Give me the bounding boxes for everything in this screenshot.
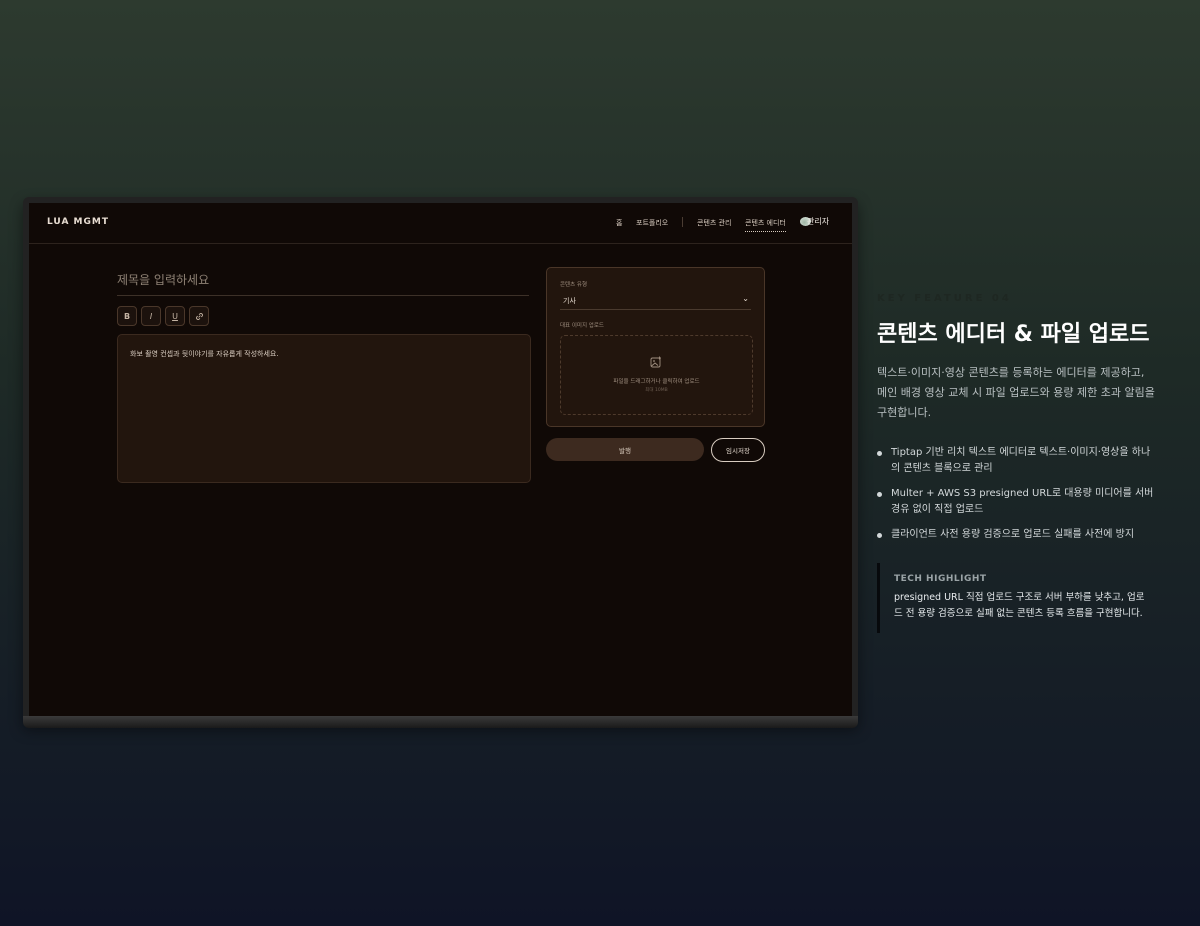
nav-home[interactable]: 홈	[616, 218, 622, 228]
chevron-down-icon: ⌄	[742, 294, 749, 303]
bullet-text: Tiptap 기반 리치 텍스트 에디터로 텍스트·이미지·영상을 하나의 콘텐…	[891, 447, 1151, 474]
feature-bullet: Tiptap 기반 리치 텍스트 에디터로 텍스트·이미지·영상을 하나의 콘텐…	[877, 445, 1157, 477]
bullet-text: Multer + AWS S3 presigned URL로 대용량 미디어를 …	[891, 488, 1154, 515]
title-input[interactable]: 제목을 입력하세요	[117, 271, 529, 296]
highlight-text: presigned URL 직접 업로드 구조로 서버 부하를 낮추고, 업로드…	[894, 592, 1145, 619]
publish-settings-panel: 콘텐츠 유형 기사 ⌄ 대표 이미지 업로드 파일을 드래그하거나 클릭하여 업…	[546, 267, 765, 427]
dropzone-text: 파일을 드래그하거나 클릭하여 업로드	[613, 379, 700, 385]
content-editor[interactable]: 화보 촬영 컨셉과 뒷이야기를 자유롭게 작성하세요.	[117, 334, 531, 483]
bold-button[interactable]: B	[117, 306, 137, 326]
content-type-select[interactable]: 기사 ⌄	[560, 293, 751, 310]
dropzone-size-limit: 최대 10MB	[645, 388, 668, 393]
publish-button[interactable]: 발행	[546, 438, 704, 461]
feature-title: 콘텐츠 에디터 & 파일 업로드	[877, 322, 1150, 347]
user-label[interactable]: 관리자	[807, 216, 829, 227]
editor-placeholder: 화보 촬영 컨셉과 뒷이야기를 자유롭게 작성하세요.	[130, 350, 279, 358]
upload-label: 대표 이미지 업로드	[560, 323, 604, 329]
save-draft-button[interactable]: 임시저장	[711, 438, 765, 462]
highlight-title: TECH HIGHLIGHT	[894, 574, 987, 584]
nav-portfolio[interactable]: 포트폴리오	[636, 218, 668, 228]
image-dropzone[interactable]: 파일을 드래그하거나 클릭하여 업로드 최대 10MB	[560, 335, 753, 415]
nav-divider	[682, 217, 683, 227]
nav-content-editor[interactable]: 콘텐츠 에디터	[745, 218, 786, 232]
feature-kicker: KEY FEATURE 04	[877, 293, 1012, 304]
underline-button[interactable]: U	[165, 306, 185, 326]
image-upload-icon	[650, 356, 661, 368]
bullet-dot	[877, 492, 882, 497]
link-icon	[195, 312, 203, 320]
content-type-value: 기사	[563, 297, 576, 305]
feature-description: 텍스트·이미지·영상 콘텐츠를 등록하는 에디터를 제공하고, 메인 배경 영상…	[877, 366, 1155, 419]
bullet-dot	[877, 533, 882, 538]
bullet-dot	[877, 451, 882, 456]
laptop-mockup: LUA MGMT 홈 포트폴리오 콘텐츠 관리 콘텐츠 에디터 관리자 제목을 …	[23, 197, 858, 724]
bullet-text: 클라이언트 사전 용량 검증으로 업로드 실패를 사전에 방지	[891, 529, 1135, 540]
top-navigation-bar: LUA MGMT 홈 포트폴리오 콘텐츠 관리 콘텐츠 에디터 관리자	[29, 203, 852, 244]
italic-button[interactable]: I	[141, 306, 161, 326]
laptop-base	[23, 716, 858, 728]
nav-content-manage[interactable]: 콘텐츠 관리	[697, 218, 731, 228]
app-screen: LUA MGMT 홈 포트폴리오 콘텐츠 관리 콘텐츠 에디터 관리자 제목을 …	[29, 203, 852, 717]
link-button[interactable]	[189, 306, 209, 326]
highlight-bar	[877, 563, 880, 633]
feature-bullet: 클라이언트 사전 용량 검증으로 업로드 실패를 사전에 방지	[877, 527, 1157, 543]
brand-logo[interactable]: LUA MGMT	[47, 217, 109, 227]
feature-bullet: Multer + AWS S3 presigned URL로 대용량 미디어를 …	[877, 486, 1157, 518]
content-type-label: 콘텐츠 유형	[560, 282, 588, 288]
